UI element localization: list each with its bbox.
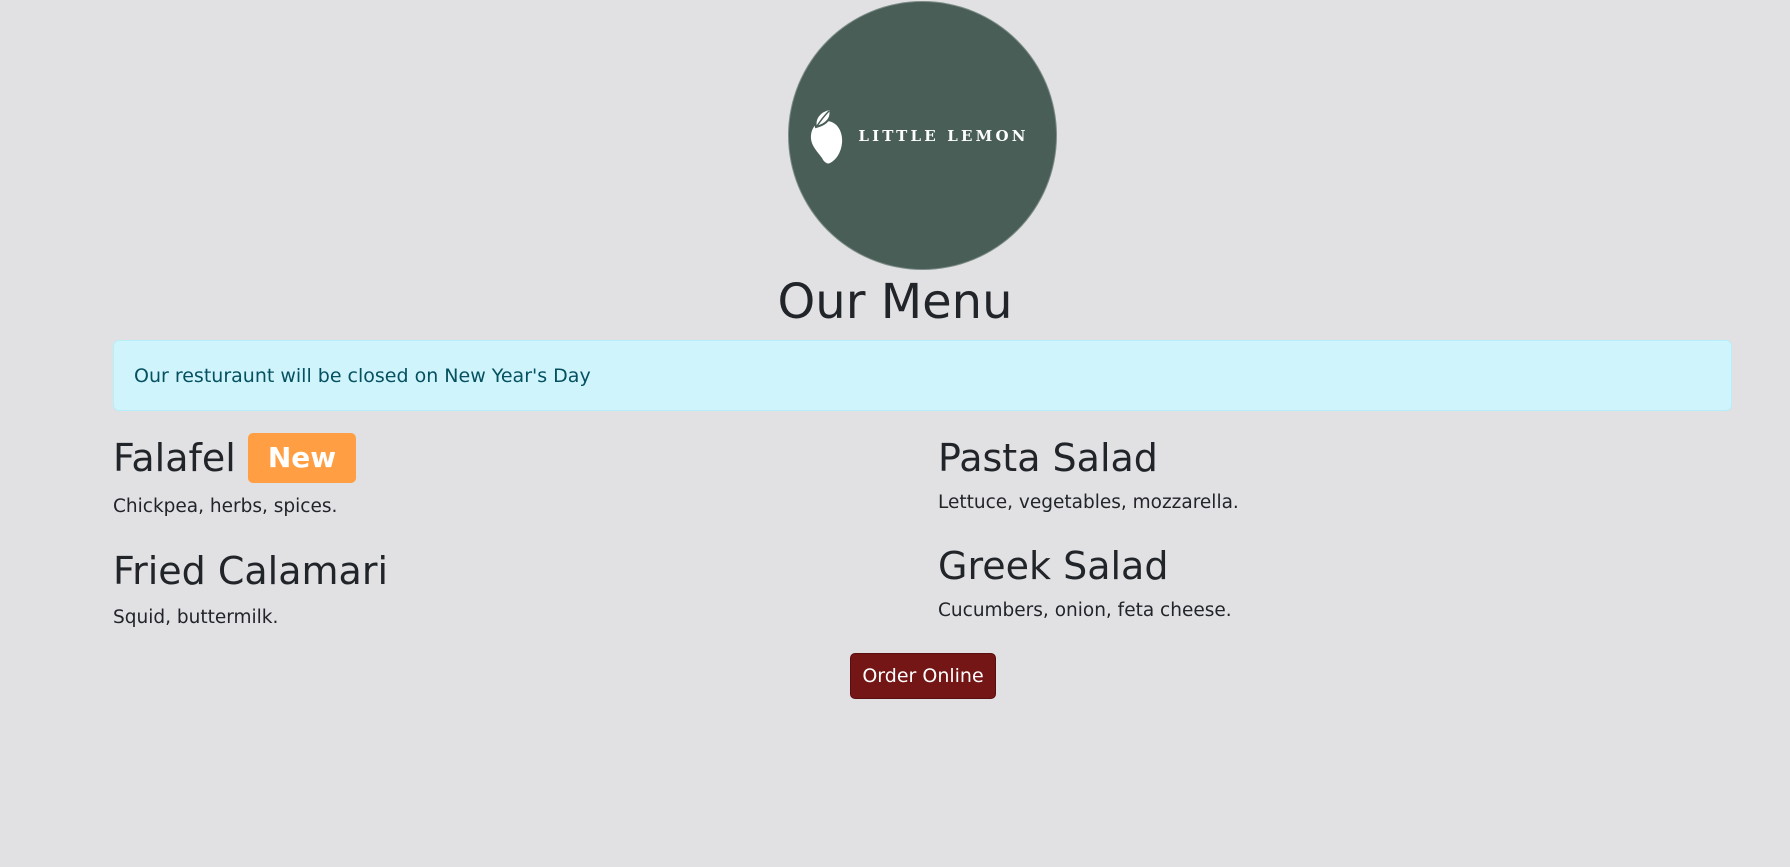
page-title: Our Menu <box>777 274 1013 330</box>
menu-item-name: Pasta Salad <box>938 436 1158 480</box>
menu-item-name: Greek Salad <box>938 544 1169 588</box>
menu-item-greek-salad: Greek Salad Cucumbers, onion, feta chees… <box>938 543 1232 621</box>
menu-item-name: Falafel <box>113 436 236 480</box>
lemon-icon <box>808 107 844 165</box>
menu-item-title: Falafel New <box>113 433 357 483</box>
alert-message: Our resturaunt will be closed on New Yea… <box>134 364 591 387</box>
restaurant-logo: LITTLE LEMON <box>789 2 1056 269</box>
menu-item-pasta-salad: Pasta Salad Lettuce, vegetables, mozzare… <box>938 435 1239 513</box>
menu-item-name: Fried Calamari <box>113 549 388 593</box>
logo-text: LITTLE LEMON <box>858 126 1029 145</box>
menu-item-fried-calamari: Fried Calamari Squid, buttermilk. <box>113 548 388 628</box>
menu-item-title: Fried Calamari <box>113 548 388 594</box>
menu-item-title: Greek Salad <box>938 543 1232 589</box>
menu-item-description: Cucumbers, onion, feta cheese. <box>938 600 1232 621</box>
menu-item-title: Pasta Salad <box>938 435 1239 481</box>
new-badge: New <box>247 433 357 483</box>
menu-item-description: Squid, buttermilk. <box>113 607 279 628</box>
order-online-button[interactable]: Order Online <box>850 653 996 699</box>
menu-item-falafel: Falafel New Chickpea, herbs, spices. <box>113 433 357 517</box>
closure-alert: Our resturaunt will be closed on New Yea… <box>113 340 1732 411</box>
menu-item-description: Chickpea, herbs, spices. <box>113 496 338 517</box>
menu-item-description: Lettuce, vegetables, mozzarella. <box>938 492 1239 513</box>
